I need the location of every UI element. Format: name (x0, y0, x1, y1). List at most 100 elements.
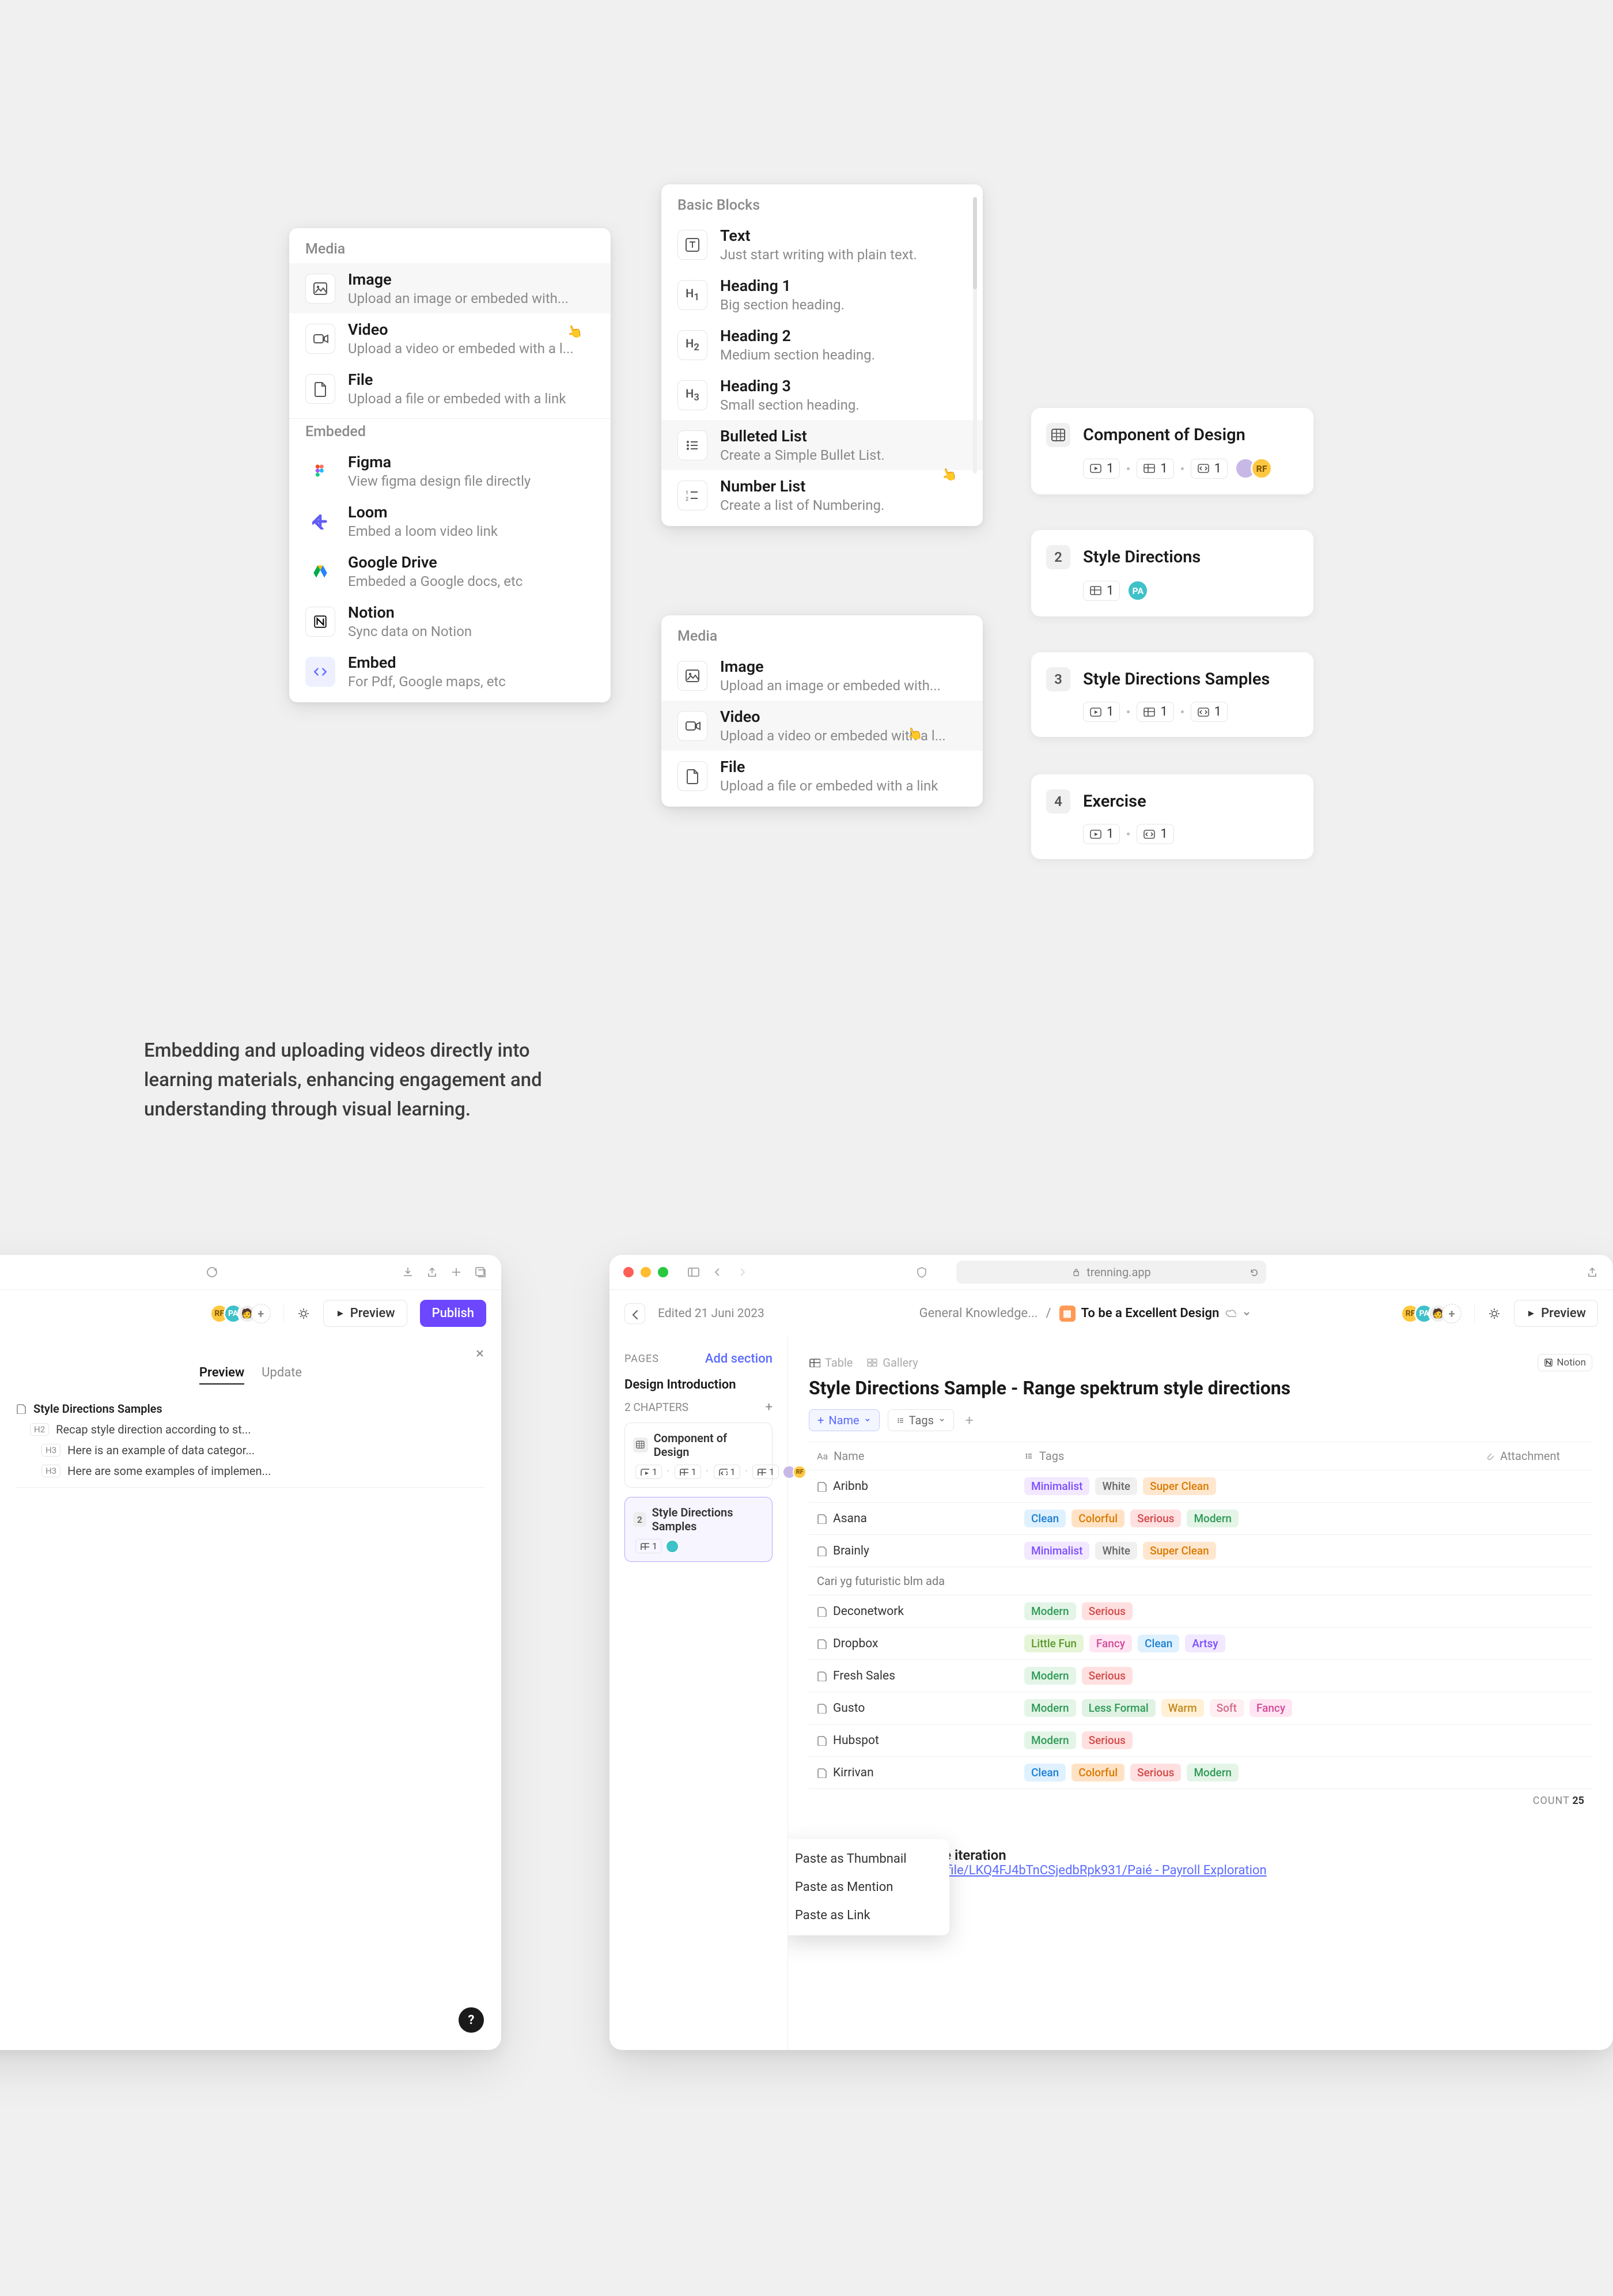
paste-context-menu[interactable]: Paste as Thumbnail Paste as Mention Past… (788, 1839, 949, 1935)
tag[interactable]: Clean (1138, 1635, 1179, 1652)
preview-button[interactable]: Preview (323, 1300, 407, 1327)
chapter-card[interactable]: Component of Design 1· 1· 1· 1 RF (624, 1423, 773, 1488)
tag[interactable]: White (1095, 1542, 1137, 1560)
chapter-card[interactable]: 4Exercise 1 1 (1031, 774, 1313, 859)
tag[interactable]: Clean (1024, 1510, 1066, 1527)
table-row[interactable]: Fresh SalesModernSerious (809, 1660, 1592, 1692)
add-collaborator[interactable]: + (1442, 1304, 1461, 1323)
table-row[interactable]: KirrivanCleanColorfulSeriousModern (809, 1757, 1592, 1789)
tag[interactable]: Artsy (1185, 1635, 1225, 1652)
share-icon[interactable] (1585, 1265, 1599, 1279)
tag[interactable]: Less Formal (1082, 1699, 1156, 1717)
menu-item-embed[interactable]: EmbedFor Pdf, Google maps, etc (289, 646, 611, 697)
block-menu-media-2[interactable]: Media ImageUpload an image or embeded wi… (661, 615, 983, 807)
menu-item-h1[interactable]: H1Heading 1Big section heading. (661, 270, 983, 320)
tag[interactable]: Serious (1082, 1602, 1133, 1620)
tag[interactable]: Serious (1130, 1510, 1181, 1527)
menu-item-figma[interactable]: FigmaView figma design file directly (289, 446, 611, 496)
table-row[interactable]: AribnbMinimalistWhiteSuper Clean (809, 1470, 1592, 1503)
paste-mention[interactable]: Paste as Mention (788, 1873, 949, 1901)
nav-back-icon[interactable] (711, 1265, 725, 1279)
tag[interactable]: Colorful (1071, 1764, 1124, 1781)
block-menu-media[interactable]: Media ImageUpload an image or embeded wi… (289, 228, 611, 702)
notion-sync-badge[interactable]: Notion (1538, 1354, 1592, 1371)
share-icon[interactable] (425, 1265, 439, 1279)
add-section-link[interactable]: Add section (705, 1352, 773, 1366)
table-row[interactable]: HubspotModernSerious (809, 1724, 1592, 1757)
table-row[interactable]: AsanaCleanColorfulSeriousModern (809, 1503, 1592, 1535)
chapter-card[interactable]: Component of Design 1 1 1 RF (1031, 408, 1313, 494)
download-icon[interactable] (401, 1265, 415, 1279)
view-tags[interactable]: Tags (888, 1409, 954, 1431)
tag[interactable]: Serious (1130, 1764, 1181, 1781)
tab-update[interactable]: Update (262, 1366, 302, 1385)
tag[interactable]: Modern (1024, 1699, 1076, 1717)
menu-item-video[interactable]: VideoUpload a video or embeded with a l.… (289, 313, 611, 364)
sidebar-toggle-icon[interactable] (687, 1265, 701, 1279)
section-title[interactable]: Design Introduction (624, 1378, 773, 1392)
menu-item-number-list[interactable]: Number ListCreate a list of Numbering. (661, 470, 983, 520)
tag[interactable]: Colorful (1071, 1510, 1124, 1527)
breadcrumb-item[interactable]: General Knowledge... (919, 1306, 1038, 1321)
tab-preview[interactable]: Preview (199, 1366, 244, 1385)
tag[interactable]: Soft (1210, 1699, 1244, 1717)
view-tab-gallery[interactable]: Gallery (866, 1356, 918, 1370)
table-row[interactable]: DeconetworkModernSerious (809, 1595, 1592, 1628)
url-bar[interactable]: trenning.app (956, 1261, 1266, 1284)
menu-item-text[interactable]: TextJust start writing with plain text. (661, 220, 983, 270)
menu-item-file[interactable]: FileUpload a file or embeded with a link (289, 364, 611, 414)
tag[interactable]: Super Clean (1143, 1477, 1216, 1495)
tag[interactable]: Modern (1024, 1602, 1076, 1620)
tag[interactable]: Modern (1024, 1731, 1076, 1749)
help-fab[interactable]: ? (459, 2007, 484, 2033)
tag[interactable]: Minimalist (1024, 1542, 1089, 1560)
back-button[interactable] (624, 1303, 645, 1324)
add-view[interactable]: + (962, 1412, 977, 1428)
tag[interactable]: Modern (1187, 1764, 1239, 1781)
scrollbar[interactable] (973, 197, 977, 474)
menu-item-h2[interactable]: H2Heading 2Medium section heading. (661, 320, 983, 370)
menu-item-image[interactable]: ImageUpload an image or embeded with... (289, 263, 611, 313)
table-row[interactable]: DropboxLittle FunFancyCleanArtsy (809, 1628, 1592, 1660)
menu-item-file[interactable]: FileUpload a file or embeded with a link (661, 751, 983, 801)
tag[interactable]: Serious (1082, 1667, 1133, 1685)
chapter-card-active[interactable]: 2Style Directions Samples 1 (624, 1497, 773, 1562)
view-name[interactable]: +Name (809, 1409, 880, 1431)
tag[interactable]: Clean (1024, 1764, 1066, 1781)
plus-icon[interactable] (449, 1265, 463, 1279)
table-row[interactable]: BrainlyMinimalistWhiteSuper Clean (809, 1535, 1592, 1567)
breadcrumb-doc[interactable]: ▦To be a Excellent Design (1059, 1306, 1252, 1322)
refresh-icon[interactable] (205, 1265, 219, 1279)
menu-item-h3[interactable]: H3Heading 3Small section heading. (661, 370, 983, 420)
paste-thumbnail[interactable]: Paste as Thumbnail (788, 1845, 949, 1873)
close-icon[interactable] (475, 1348, 485, 1359)
tag[interactable]: Minimalist (1024, 1477, 1089, 1495)
tabs-icon[interactable] (474, 1265, 487, 1279)
settings-icon[interactable] (1487, 1307, 1501, 1321)
table-row[interactable]: GustoModernLess FormalWarmSoftFancy (809, 1692, 1592, 1724)
menu-item-image[interactable]: ImageUpload an image or embeded with... (661, 650, 983, 701)
preview-button[interactable]: Preview (1514, 1300, 1598, 1327)
tag[interactable]: Serious (1082, 1731, 1133, 1749)
tag[interactable]: Modern (1187, 1510, 1239, 1527)
block-menu-basic[interactable]: Basic Blocks TextJust start writing with… (661, 184, 983, 526)
menu-item-notion[interactable]: NotionSync data on Notion (289, 596, 611, 646)
paste-link[interactable]: Paste as Link (788, 1901, 949, 1930)
add-chapter-icon[interactable]: + (766, 1400, 773, 1414)
menu-item-video[interactable]: VideoUpload a video or embeded with a l.… (661, 701, 983, 751)
menu-item-loom[interactable]: LoomEmbed a loom video link (289, 496, 611, 546)
tag[interactable]: Little Fun (1024, 1635, 1084, 1652)
publish-button[interactable]: Publish (420, 1300, 486, 1327)
tag[interactable]: Fancy (1249, 1699, 1292, 1717)
chapter-card[interactable]: 3Style Directions Samples 1 1 1 (1031, 652, 1313, 737)
add-collaborator[interactable]: + (251, 1304, 271, 1323)
tag[interactable]: Warm (1161, 1699, 1204, 1717)
chapter-card[interactable]: 2Style Directions 1 PA (1031, 530, 1313, 616)
nav-forward-icon[interactable] (735, 1265, 749, 1279)
tag[interactable]: Super Clean (1143, 1542, 1216, 1560)
settings-icon[interactable] (297, 1307, 311, 1321)
view-tab-table[interactable]: Table (809, 1356, 853, 1370)
tag[interactable]: Fancy (1089, 1635, 1132, 1652)
tag[interactable]: Modern (1024, 1667, 1076, 1685)
refresh-icon[interactable] (1249, 1268, 1258, 1277)
